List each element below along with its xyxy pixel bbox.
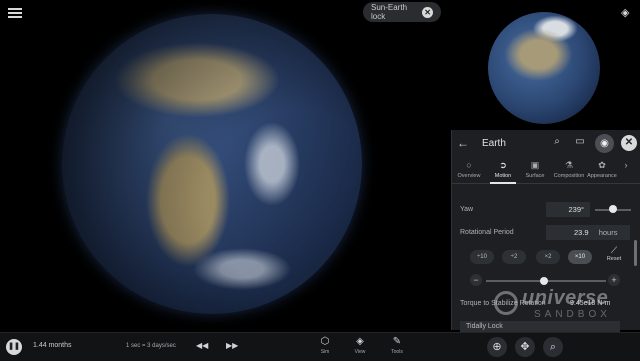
back-arrow-icon[interactable]: ← — [452, 136, 474, 150]
panel-scrollbar[interactable] — [634, 240, 637, 266]
logo-ring-icon — [494, 291, 518, 315]
image-icon: ▣ — [530, 160, 540, 170]
close-icon[interactable]: ✕ — [621, 135, 637, 151]
chip-divide-10[interactable]: ÷10 — [470, 250, 494, 264]
decrease-button[interactable]: − — [470, 274, 482, 286]
tab-surface[interactable]: ▣ Surface — [518, 160, 552, 179]
chip-times-10[interactable]: ×10 — [568, 250, 592, 264]
earth-main-view[interactable] — [62, 14, 362, 314]
tools-label: Tools — [391, 349, 403, 355]
logo-text-sandbox: SANDBOX — [534, 309, 611, 320]
panel-toggle-icon[interactable]: ▭ — [573, 136, 587, 150]
layers-icon[interactable]: ◈ — [621, 6, 633, 19]
rotational-period-label: Rotational Period — [460, 229, 514, 236]
pause-icon[interactable]: ❚❚ — [6, 339, 22, 355]
search-pill-label: Sun-Earth lock — [371, 3, 408, 21]
reset-label: Reset — [606, 256, 622, 262]
tab-bar: ○ Overview ➲ Motion ▣ Surface ⚗ Composit… — [452, 157, 640, 184]
wrench-icon: ✎ — [392, 336, 402, 347]
simulation-speed[interactable]: 1 sec = 3 days/sec — [126, 343, 176, 349]
cube-icon: ⬡ — [320, 336, 330, 347]
sim-label: Sim — [320, 349, 330, 355]
tab-composition[interactable]: ⚗ Composition — [552, 160, 586, 179]
yaw-value-field[interactable]: 239° — [546, 202, 590, 217]
tab-label: Appearance — [587, 173, 617, 179]
palette-icon: ✿ — [598, 160, 606, 170]
rotational-period-unit: hours — [598, 228, 618, 237]
chip-divide-2[interactable]: ÷2 — [502, 250, 526, 264]
view-button[interactable]: ◈ View — [345, 336, 375, 355]
search-icon[interactable]: ⌕ — [550, 136, 564, 150]
reset-icon: ⟋ — [610, 245, 618, 255]
simulation-time: 1.44 months — [33, 342, 72, 349]
yaw-label: Yaw — [460, 206, 474, 213]
logo-text-universe: universe — [522, 287, 609, 309]
earth-thumbnail[interactable] — [488, 12, 600, 124]
bottom-toolbar: ❚❚ 1.44 months 1 sec = 3 days/sec ◀◀ ▶▶ … — [0, 332, 640, 361]
clear-icon[interactable]: ✕ — [422, 6, 433, 18]
tab-appearance[interactable]: ✿ Appearance — [585, 160, 619, 179]
increase-button[interactable]: + — [608, 274, 620, 286]
tab-more[interactable]: › — [615, 160, 637, 171]
search-icon[interactable]: ⌕ — [543, 337, 563, 357]
fast-forward-icon[interactable]: ▶▶ — [226, 341, 238, 350]
flask-icon: ⚗ — [564, 160, 574, 170]
chip-times-2[interactable]: ×2 — [536, 250, 560, 264]
panel-title: Earth — [482, 137, 506, 149]
eye-icon[interactable]: ◉ — [595, 134, 614, 153]
search-pill[interactable]: Sun-Earth lock ✕ — [363, 2, 441, 22]
tab-motion[interactable]: ➲ Motion — [486, 160, 520, 184]
tab-overview[interactable]: ○ Overview — [452, 160, 486, 179]
motion-icon: ➲ — [499, 160, 507, 170]
tools-button[interactable]: ✎ Tools — [382, 336, 412, 355]
tab-label: Motion — [494, 173, 512, 179]
view-label: View — [354, 349, 366, 355]
sim-button[interactable]: ⬡ Sim — [310, 336, 340, 355]
rotational-period-value: 23.9 — [574, 228, 589, 237]
period-slider-knob[interactable] — [540, 277, 548, 285]
tab-label: Surface — [525, 173, 545, 179]
tab-label: Composition — [553, 173, 585, 179]
rewind-icon[interactable]: ◀◀ — [196, 341, 208, 350]
tab-label: Overview — [457, 173, 481, 179]
move-camera-icon[interactable]: ✥ — [515, 337, 535, 357]
menu-icon[interactable] — [8, 6, 22, 20]
universe-sandbox-logo: universe SANDBOX — [492, 287, 632, 327]
yaw-slider-knob[interactable] — [609, 205, 617, 213]
layers-icon: ◈ — [356, 336, 364, 347]
chevron-right-icon: › — [624, 160, 628, 170]
add-object-icon[interactable]: ⊕ — [487, 337, 507, 357]
reset-button[interactable]: ⟋ Reset — [603, 245, 625, 262]
rotational-period-field[interactable]: 23.9 hours — [546, 225, 630, 240]
circle-icon: ○ — [466, 160, 472, 170]
